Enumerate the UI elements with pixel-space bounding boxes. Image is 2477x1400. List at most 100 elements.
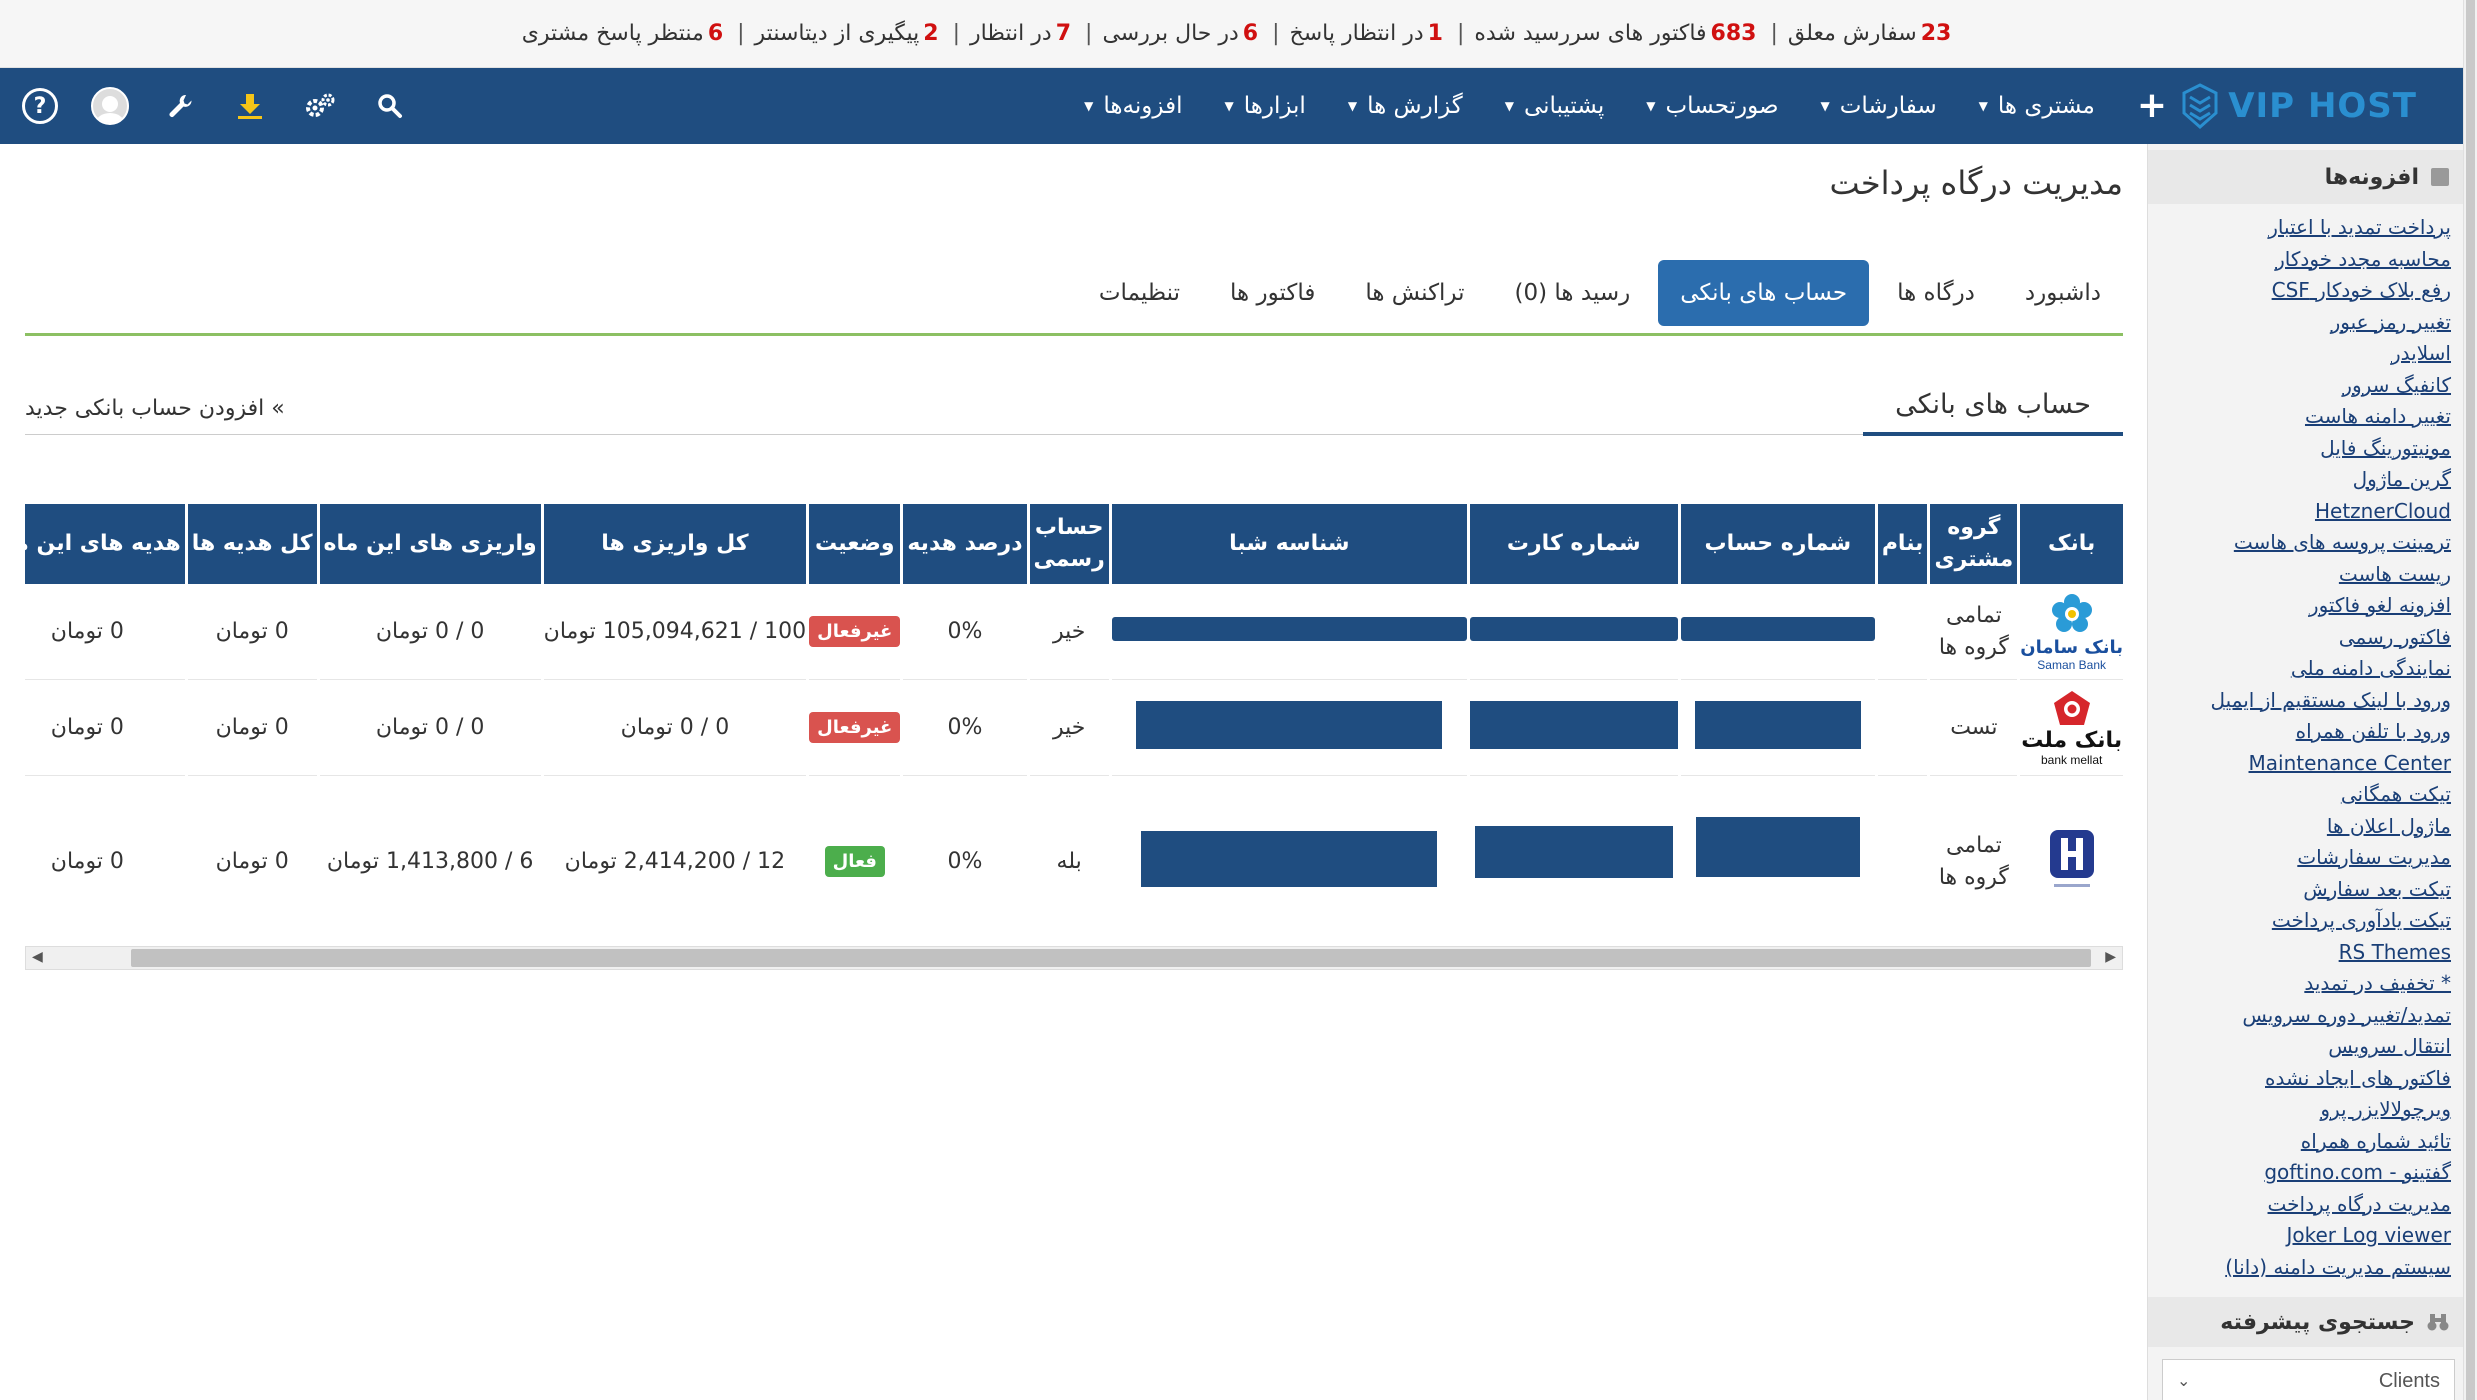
sidebar-link[interactable]: نمایندگی دامنه ملی bbox=[2158, 653, 2451, 685]
nav-item-addons[interactable]: افزونه‌ها ▼ bbox=[1084, 93, 1182, 119]
tab-transactions[interactable]: تراکنش ها bbox=[1343, 260, 1486, 326]
header-bank[interactable]: بانک bbox=[2020, 504, 2123, 584]
sidebar-link[interactable]: کانفیگ سرور bbox=[2158, 370, 2451, 402]
tab-bank-accounts[interactable]: حساب های بانکی bbox=[1658, 260, 1870, 326]
status-bar: 23سفارش معلق | 683فاکتور های سررسید شده … bbox=[0, 0, 2477, 68]
sidebar-link[interactable]: تمدید/تغییر دوره سرویس bbox=[2158, 1000, 2451, 1032]
status-waiting[interactable]: 7در انتظار bbox=[970, 21, 1075, 46]
tab-dashboard[interactable]: داشبورد bbox=[2003, 260, 2123, 326]
redacted-bar bbox=[1469, 616, 1678, 641]
nav-item-orders[interactable]: سفارشات ▼ bbox=[1820, 93, 1936, 119]
add-new-plus-button[interactable]: + bbox=[2137, 88, 2167, 124]
bank-logo-cell: بانک ملت bank mellat bbox=[2020, 680, 2123, 776]
sidebar-link[interactable]: Joker Log viewer bbox=[2158, 1220, 2451, 1252]
table-horizontal-scrollbar[interactable]: ◀ ▶ bbox=[25, 946, 2123, 970]
sidebar-link[interactable]: Maintenance Center bbox=[2158, 748, 2451, 780]
sidebar-link[interactable]: مدیریت سفارشات bbox=[2158, 842, 2451, 874]
sidebar-link[interactable]: فاکتور رسمی bbox=[2158, 622, 2451, 654]
redacted-bar bbox=[1474, 825, 1673, 878]
avatar[interactable] bbox=[90, 86, 130, 126]
tab-settings[interactable]: تنظیمات bbox=[1077, 260, 1202, 326]
add-bank-account-link[interactable]: » افزودن حساب بانکی جدید bbox=[25, 396, 285, 421]
sidebar-link[interactable]: RS Themes bbox=[2158, 937, 2451, 969]
sidebar-link[interactable]: ریست هاست bbox=[2158, 559, 2451, 591]
status-awaiting-reply[interactable]: 1در انتظار پاسخ bbox=[1290, 21, 1447, 46]
header-status[interactable]: وضعیت bbox=[809, 504, 901, 584]
nav-item-billing[interactable]: صورتحساب ▼ bbox=[1646, 93, 1778, 119]
header-holder-name[interactable]: بنام bbox=[1877, 504, 1928, 584]
nav-item-utilities[interactable]: ابزارها ▼ bbox=[1224, 93, 1305, 119]
sidebar-link[interactable]: ویرچولالایزر پرو bbox=[2158, 1094, 2451, 1126]
wrench-icon[interactable] bbox=[160, 86, 200, 126]
header-official-account[interactable]: حساب رسمی bbox=[1029, 504, 1109, 584]
sidebar-link[interactable]: گفتینو - goftino.com bbox=[2158, 1157, 2451, 1189]
sidebar-link[interactable]: تائید شماره همراه bbox=[2158, 1126, 2451, 1158]
sidebar-link[interactable]: رفع بلاک خودکار CSF bbox=[2158, 275, 2451, 307]
vip-host-logo[interactable]: VIP HOST bbox=[2182, 78, 2417, 134]
sidebar-link[interactable]: انتقال سرویس bbox=[2158, 1031, 2451, 1063]
bank-emblem-icon bbox=[2049, 829, 2094, 887]
bank-logo-cell: بانک سامان Saman Bank bbox=[2020, 584, 2123, 680]
sidebar-link[interactable]: ورود با لینک مستقیم از ایمیل bbox=[2158, 685, 2451, 717]
official-cell: بله bbox=[1030, 776, 1109, 914]
sidebar-link[interactable]: گرین ماژول bbox=[2158, 464, 2451, 496]
status-pending-orders[interactable]: 23سفارش معلق bbox=[1788, 21, 1955, 46]
download-icon[interactable] bbox=[230, 86, 270, 126]
nav-item-reports[interactable]: گزارش ها ▼ bbox=[1348, 93, 1463, 119]
sidebar-link[interactable]: مونیتورینگ فایل bbox=[2158, 433, 2451, 465]
status-customer-reply[interactable]: 6منتظر پاسخ مشتری bbox=[522, 21, 727, 46]
header-sheba-id[interactable]: شناسه شبا bbox=[1111, 504, 1467, 584]
account-number-cell bbox=[1681, 776, 1875, 914]
sidebar-link[interactable]: تغییر رمز عبور bbox=[2158, 307, 2451, 339]
gears-icon[interactable] bbox=[300, 86, 340, 126]
status-datacenter[interactable]: 2پیگیری از دیتاسنتر bbox=[755, 21, 943, 46]
header-month-deposits[interactable]: واریزی های این ماه bbox=[319, 504, 541, 584]
help-icon[interactable]: ? bbox=[20, 86, 60, 126]
header-card-number[interactable]: شماره کارت bbox=[1469, 504, 1678, 584]
nav-item-clients[interactable]: مشتری ها ▼ bbox=[1979, 93, 2095, 119]
sidebar-link[interactable]: مدیریت درگاه پرداخت bbox=[2158, 1189, 2451, 1221]
header-total-gifts[interactable]: کل هدیه ها bbox=[187, 504, 317, 584]
status-overdue-invoices[interactable]: 683فاکتور های سررسید شده bbox=[1474, 21, 1760, 46]
scrollbar-thumb[interactable] bbox=[131, 949, 2091, 967]
sidebar-link[interactable]: افزونه لغو فاکتور bbox=[2158, 590, 2451, 622]
nav-item-support[interactable]: پشتیبانی ▼ bbox=[1505, 93, 1605, 119]
sidebar-link[interactable]: پرداخت تمدید با اعتبار bbox=[2158, 212, 2451, 244]
total-deposits-cell: 100 / 105,094,621 تومان bbox=[543, 584, 807, 680]
sidebar-link[interactable]: ترمینت پروسه های هاست bbox=[2158, 527, 2451, 559]
tab-receipts[interactable]: رسید ها (0) bbox=[1493, 260, 1653, 326]
scroll-left-arrow-icon[interactable]: ◀ bbox=[32, 949, 43, 965]
sidebar-link[interactable]: تیکت همگانی bbox=[2158, 779, 2451, 811]
header-total-deposits[interactable]: کل واریزی ها bbox=[543, 504, 807, 584]
holder-name-cell bbox=[1877, 680, 1928, 776]
section-title-tab: حساب های بانکی bbox=[1863, 376, 2123, 436]
page-vertical-scrollbar[interactable] bbox=[2463, 0, 2477, 1400]
advanced-search-type-select[interactable]: Clients ⌄ bbox=[2162, 1359, 2455, 1400]
redacted-bar bbox=[1695, 816, 1860, 877]
sidebar-link[interactable]: تیکت بعد سفارش bbox=[2158, 874, 2451, 906]
sidebar-link[interactable]: اسلایدر bbox=[2158, 338, 2451, 370]
header-customer-group[interactable]: گروه مشتری bbox=[1930, 504, 2018, 584]
header-gift-percent[interactable]: درصد هدیه bbox=[903, 504, 1027, 584]
status-in-review[interactable]: 6در حال بررسی bbox=[1102, 21, 1262, 46]
sidebar-link[interactable]: محاسبه مجدد خودکار bbox=[2158, 244, 2451, 276]
header-month-gifts[interactable]: هدیه های این ماه bbox=[25, 504, 185, 584]
tab-invoices[interactable]: فاکتور ها bbox=[1208, 260, 1337, 326]
header-account-number[interactable]: شماره حساب bbox=[1680, 504, 1875, 584]
scroll-right-arrow-icon[interactable]: ▶ bbox=[2105, 949, 2116, 965]
tab-gateways[interactable]: درگاه ها bbox=[1875, 260, 1997, 326]
page-scrollbar-thumb[interactable] bbox=[2466, 0, 2475, 1400]
search-icon[interactable] bbox=[370, 86, 410, 126]
sidebar-link[interactable]: HetznerCloud bbox=[2158, 496, 2451, 528]
sidebar-link[interactable]: ماژول اعلان ها bbox=[2158, 811, 2451, 843]
sheba-id-cell bbox=[1112, 776, 1467, 914]
sidebar-link[interactable]: * تخفیف در تمدید bbox=[2158, 968, 2451, 1000]
sidebar-link[interactable]: تغییر دامنه هاست bbox=[2158, 401, 2451, 433]
sidebar-link[interactable]: ورود با تلفن همراه bbox=[2158, 716, 2451, 748]
holder-name-cell bbox=[1877, 584, 1928, 680]
bank-accounts-table-wrapper: بانک گروه مشتری بنام شماره حساب شماره کا… bbox=[25, 504, 2123, 914]
sidebar-link[interactable]: فاکتور های ایجاد نشده bbox=[2158, 1063, 2451, 1095]
month-deposits-cell: 0 / 0 تومان bbox=[319, 680, 541, 776]
sidebar-link[interactable]: سیستم مدیریت دامنه (دانا) bbox=[2158, 1252, 2451, 1284]
sidebar-link[interactable]: تیکت یادآوری پرداخت bbox=[2158, 905, 2451, 937]
